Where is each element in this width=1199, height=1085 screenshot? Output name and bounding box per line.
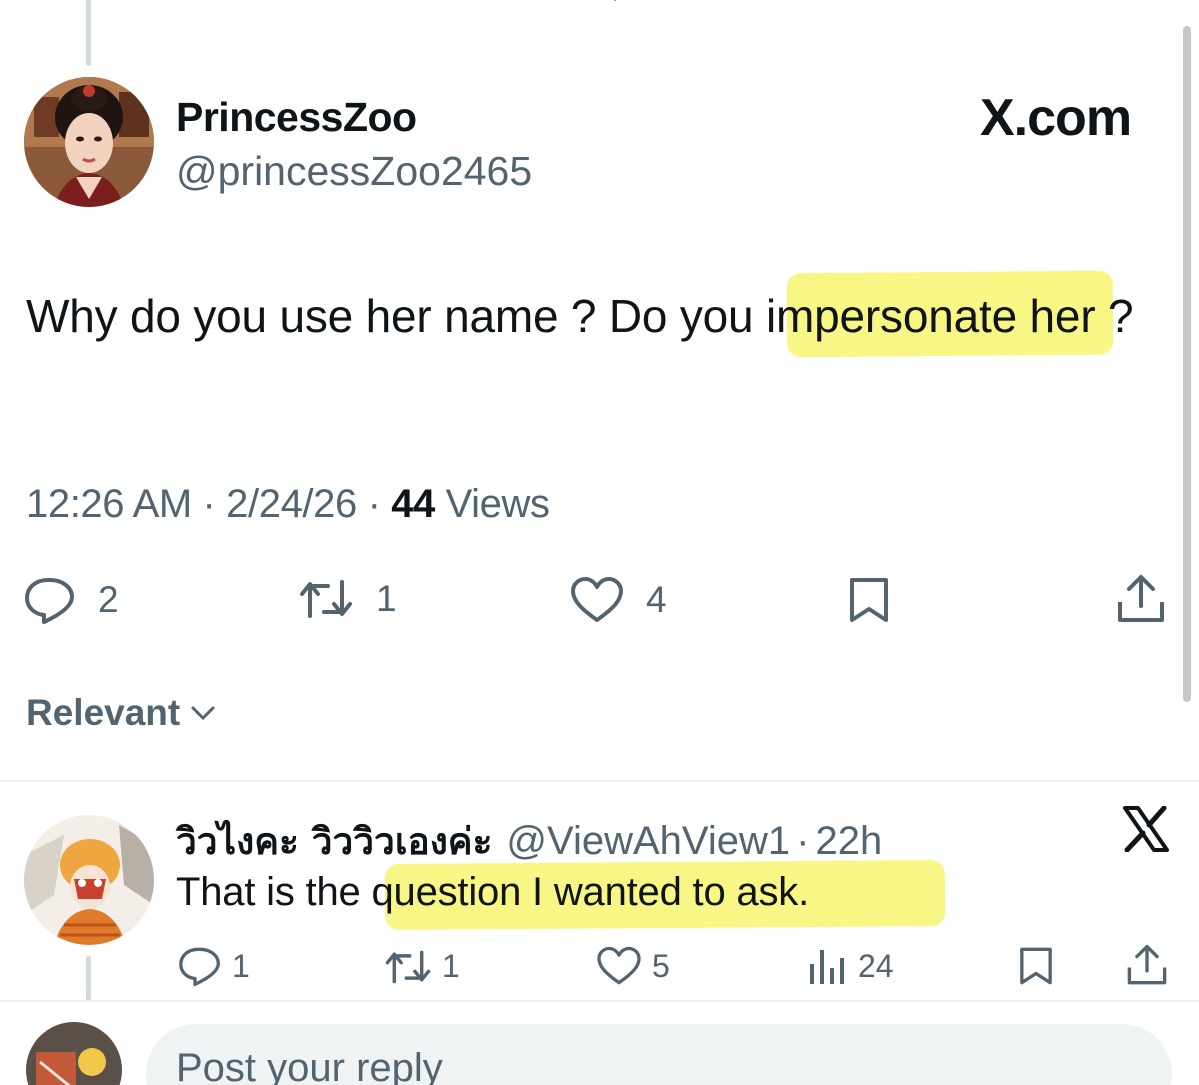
repost-icon <box>298 578 354 620</box>
tweet-time[interactable]: 12:26 AM <box>26 482 192 526</box>
reply-reply-button[interactable]: 1 <box>178 946 250 986</box>
separator: · <box>796 819 810 863</box>
tweet-date[interactable]: 2/24/26 <box>226 482 357 526</box>
reply-repost-count: 1 <box>442 948 460 984</box>
reply-count: 2 <box>98 579 119 620</box>
reply-icon <box>178 946 222 986</box>
reply-input-placeholder: Post your reply <box>176 1046 443 1085</box>
reply-icon-partial <box>185 0 215 4</box>
repost-count: 1 <box>376 578 397 619</box>
reply-views-button[interactable]: 24 <box>808 946 894 986</box>
views-count: 44 <box>391 482 435 526</box>
divider <box>0 780 1199 782</box>
bookmark-icon <box>848 576 890 624</box>
x-com-watermark: X.com <box>980 89 1132 147</box>
current-user-avatar[interactable] <box>26 1022 122 1085</box>
reply-button[interactable]: 2 <box>24 576 119 624</box>
reply-views-count: 24 <box>858 947 894 984</box>
reply-like-button[interactable]: 5 <box>596 946 670 986</box>
share-icon <box>1116 574 1166 624</box>
repost-icon <box>384 949 432 985</box>
chevron-down-icon <box>190 704 216 722</box>
like-count: 4 <box>646 579 667 620</box>
bookmark-icon-partial <box>1018 0 1048 4</box>
reply-text: That is the question I wanted to ask. <box>176 870 809 915</box>
tweet-text-part: Why do you use her name ? Do you <box>26 290 767 342</box>
bookmark-icon <box>1018 946 1054 986</box>
like-icon-partial <box>600 0 630 4</box>
reply-share-button[interactable] <box>1126 944 1168 986</box>
like-icon <box>596 946 642 986</box>
author-display-name[interactable]: PrincessZoo <box>176 94 417 141</box>
reply-author-avatar[interactable] <box>24 815 154 945</box>
share-icon <box>1126 944 1168 986</box>
thread-connector-line <box>86 956 91 1002</box>
tweet-text: Why do you use her name ? Do you imperso… <box>26 282 1146 350</box>
author-avatar[interactable] <box>24 77 154 207</box>
share-icon-partial <box>1128 0 1158 4</box>
sort-dropdown[interactable]: Relevant <box>26 692 216 734</box>
repost-button[interactable]: 1 <box>298 578 397 620</box>
separator: · <box>367 482 381 526</box>
sort-label: Relevant <box>26 692 181 733</box>
reply-repost-button[interactable]: 1 <box>384 948 460 985</box>
tweet-text-highlighted: impersonate <box>766 290 1017 342</box>
like-button[interactable]: 4 <box>570 576 667 624</box>
reply-reply-count: 1 <box>232 947 250 984</box>
scrollbar[interactable] <box>1183 26 1191 702</box>
bookmark-button[interactable] <box>848 576 890 624</box>
divider <box>0 1000 1199 1002</box>
reply-text-part: That is the <box>176 870 372 914</box>
reply-bookmark-button[interactable] <box>1018 946 1054 986</box>
share-button[interactable] <box>1116 574 1166 624</box>
reply-icon <box>24 576 76 624</box>
x-logo-icon <box>1122 806 1170 852</box>
separator: · <box>202 482 216 526</box>
reply-handle[interactable]: @ViewAhView1 <box>506 819 790 864</box>
like-icon <box>570 576 624 624</box>
reply-time[interactable]: 22h <box>815 819 882 864</box>
reply-input[interactable]: Post your reply <box>146 1024 1172 1085</box>
reply-like-count: 5 <box>652 947 670 984</box>
author-handle[interactable]: @princessZoo2465 <box>176 148 532 195</box>
tweet-text-part: her ? <box>1016 290 1134 342</box>
views-icon <box>808 946 848 986</box>
reply-display-name[interactable]: วิวไงคะ วิววิวเองค่ะ <box>176 812 492 871</box>
views-label: Views <box>445 482 550 526</box>
views-icon-partial <box>808 0 838 4</box>
thread-connector-line <box>86 0 91 66</box>
tweet-meta: 12:26 AM · 2/24/26 · 44 Views <box>26 482 550 527</box>
reply-text-highlighted: question I wanted to ask. <box>371 870 809 914</box>
